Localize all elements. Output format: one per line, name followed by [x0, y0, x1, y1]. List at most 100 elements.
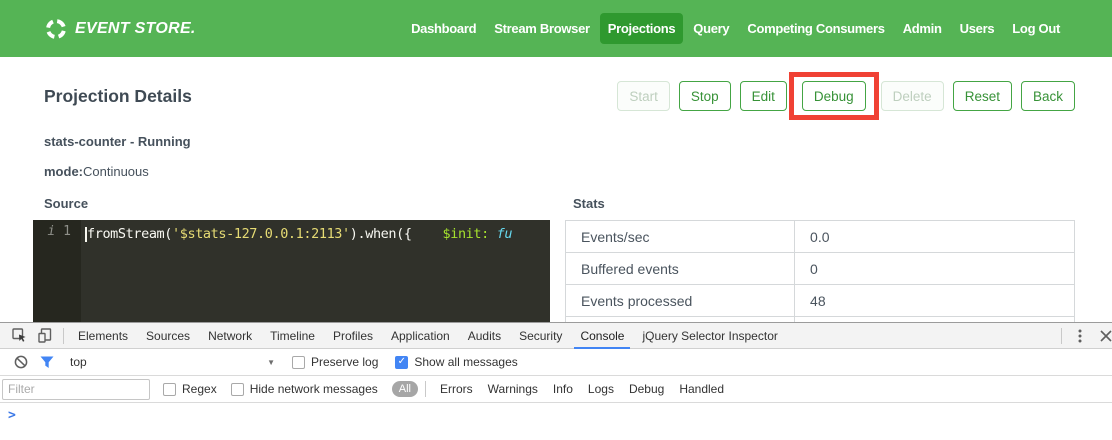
tab-profiles[interactable]: Profiles: [327, 323, 379, 349]
device-toolbar-icon[interactable]: [32, 324, 58, 348]
tab-security[interactable]: Security: [513, 323, 568, 349]
regex-label: Regex: [182, 382, 217, 396]
devtools-tabbar: Elements Sources Network Timeline Profil…: [0, 323, 1112, 349]
clear-console-icon[interactable]: [8, 350, 34, 374]
projection-mode: mode:Continuous: [44, 164, 1112, 179]
detail-columns: Source i 1 fromStream('$stats-127.0.0.1:…: [33, 196, 1075, 322]
top-navbar: EVENT STORE. Dashboard Stream Browser Pr…: [0, 0, 1112, 57]
nav-item-admin[interactable]: Admin: [895, 13, 950, 44]
nav-item-users[interactable]: Users: [952, 13, 1003, 44]
table-row: Events processed 48: [566, 285, 1075, 317]
show-all-messages-label: Show all messages: [414, 355, 517, 369]
console-prompt-chevron[interactable]: >: [8, 408, 16, 423]
stat-value: 0: [795, 253, 1075, 285]
tab-sources[interactable]: Sources: [140, 323, 196, 349]
editor-code-area[interactable]: fromStream('$stats-127.0.0.1:2113').when…: [81, 220, 550, 322]
level-filter-all[interactable]: All: [392, 381, 418, 397]
code-line-1: fromStream('$stats-127.0.0.1:2113').when…: [85, 224, 550, 244]
delete-button[interactable]: Delete: [881, 81, 944, 111]
line-number: 1: [63, 224, 71, 239]
code-token-string: '$stats-127.0.0.1:2113': [172, 226, 350, 242]
eventstore-logo-icon: [44, 16, 68, 40]
stop-button[interactable]: Stop: [679, 81, 731, 111]
source-section: Source i 1 fromStream('$stats-127.0.0.1:…: [33, 196, 550, 322]
level-filter-handled[interactable]: Handled: [679, 382, 724, 396]
code-token-keyword: fu: [497, 226, 512, 242]
stat-label: Buffered events: [566, 253, 795, 285]
page-title: Projection Details: [44, 86, 192, 107]
table-row: Buffered events 0: [566, 253, 1075, 285]
code-token: [489, 226, 497, 242]
preserve-log-checkbox[interactable]: Preserve log: [292, 355, 378, 369]
checkbox-checked-icon: ✓: [395, 356, 408, 369]
reset-button[interactable]: Reset: [953, 81, 1012, 111]
projection-details-page: Projection Details Start Stop Edit Debug…: [0, 57, 1112, 322]
level-filter-info[interactable]: Info: [553, 382, 573, 396]
tab-application[interactable]: Application: [385, 323, 456, 349]
level-filter-errors[interactable]: Errors: [440, 382, 473, 396]
mode-label: mode:: [44, 164, 83, 179]
projection-action-buttons: Start Stop Edit Debug Delete Reset Back: [617, 72, 1075, 120]
nav-item-logout[interactable]: Log Out: [1004, 13, 1068, 44]
console-filterbar: Regex Hide network messages All Errors W…: [0, 376, 1112, 403]
divider: [63, 328, 64, 344]
tab-console[interactable]: Console: [574, 323, 630, 349]
page-header: Projection Details Start Stop Edit Debug…: [44, 72, 1075, 120]
gutter-line-1: i 1: [33, 224, 81, 239]
level-filter-warnings[interactable]: Warnings: [488, 382, 538, 396]
editor-gutter: i 1: [33, 220, 81, 322]
stat-label: Events processed: [566, 285, 795, 317]
show-all-messages-checkbox[interactable]: ✓ Show all messages: [395, 355, 517, 369]
tab-elements[interactable]: Elements: [72, 323, 134, 349]
level-filters: Errors Warnings Info Logs Debug Handled: [440, 382, 724, 396]
code-token: ).when({: [350, 226, 443, 242]
divider: [425, 381, 426, 397]
nav-item-stream-browser[interactable]: Stream Browser: [486, 13, 598, 44]
main-nav: Dashboard Stream Browser Projections Que…: [403, 13, 1068, 44]
filter-funnel-icon[interactable]: [34, 350, 60, 374]
debug-highlight-annotation: Debug: [789, 72, 879, 120]
source-section-label: Source: [44, 196, 550, 211]
source-code-editor[interactable]: i 1 fromStream('$stats-127.0.0.1:2113').…: [33, 220, 550, 322]
regex-checkbox[interactable]: Regex: [163, 382, 217, 396]
start-button[interactable]: Start: [617, 81, 670, 111]
stats-table: Events/sec 0.0 Buffered events 0 Events …: [565, 220, 1075, 322]
table-row: Events/sec 0.0: [566, 221, 1075, 253]
tab-jquery-selector-inspector[interactable]: jQuery Selector Inspector: [636, 323, 783, 349]
level-filter-logs[interactable]: Logs: [588, 382, 614, 396]
inspect-element-icon[interactable]: [6, 324, 32, 348]
execution-context-selector[interactable]: top ▼: [70, 355, 275, 369]
brand-name: EVENT STORE.: [75, 20, 196, 38]
hide-network-messages-checkbox[interactable]: Hide network messages: [231, 382, 378, 396]
checkbox-unchecked-icon: [163, 383, 176, 396]
eventstore-logo[interactable]: EVENT STORE.: [46, 19, 196, 39]
code-token: fromStream(: [87, 226, 172, 242]
preserve-log-label: Preserve log: [311, 355, 378, 369]
nav-item-projections[interactable]: Projections: [600, 13, 684, 44]
projection-name-status: stats-counter - Running: [44, 134, 1112, 149]
devtools-panel: Elements Sources Network Timeline Profil…: [0, 322, 1112, 440]
debug-button[interactable]: Debug: [802, 81, 866, 111]
execution-context-value: top: [70, 355, 87, 369]
mode-value: Continuous: [83, 164, 149, 179]
edit-button[interactable]: Edit: [740, 81, 787, 111]
nav-item-query[interactable]: Query: [685, 13, 737, 44]
tab-timeline[interactable]: Timeline: [264, 323, 321, 349]
stats-section: Stats Events/sec 0.0 Buffered events 0 E…: [565, 196, 1075, 322]
back-button[interactable]: Back: [1021, 81, 1075, 111]
tab-network[interactable]: Network: [202, 323, 258, 349]
level-filter-debug[interactable]: Debug: [629, 382, 664, 396]
close-devtools-icon[interactable]: [1093, 324, 1112, 348]
checkbox-unchecked-icon: [292, 356, 305, 369]
stats-section-label: Stats: [573, 196, 1075, 211]
console-filter-input[interactable]: [2, 379, 150, 400]
stat-value: 48: [795, 285, 1075, 317]
nav-item-competing-consumers[interactable]: Competing Consumers: [739, 13, 892, 44]
more-options-icon[interactable]: [1067, 324, 1093, 348]
tab-audits[interactable]: Audits: [462, 323, 507, 349]
console-output-area[interactable]: >: [0, 403, 1112, 439]
stat-label: Events/sec: [566, 221, 795, 253]
nav-item-dashboard[interactable]: Dashboard: [403, 13, 484, 44]
chevron-down-icon: ▼: [267, 358, 275, 367]
code-token-constant: $init:: [443, 226, 489, 242]
